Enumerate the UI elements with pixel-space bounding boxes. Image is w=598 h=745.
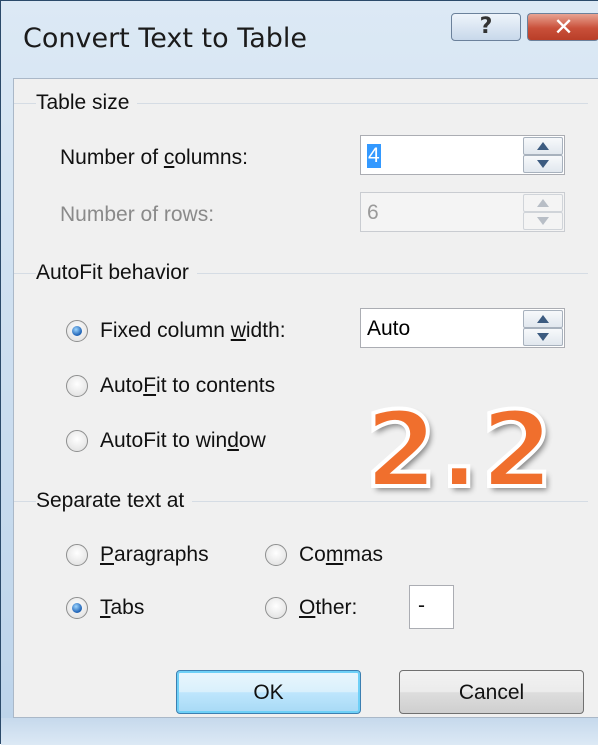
rows-value: 6 — [367, 201, 379, 224]
other-separator-input[interactable]: - — [409, 585, 454, 629]
close-button[interactable]: ✕ — [527, 13, 598, 41]
columns-spinner[interactable]: 4 — [360, 135, 565, 175]
autofit-contents-radio[interactable] — [66, 375, 88, 397]
table-size-group-label: Table size — [36, 91, 138, 115]
columns-label: Number of columns: — [60, 146, 248, 169]
rows-label: Number of rows: — [60, 203, 215, 226]
spin-up-icon[interactable] — [523, 137, 563, 155]
fixed-width-radio[interactable] — [66, 320, 88, 342]
commas-radio[interactable] — [265, 544, 287, 566]
help-icon: ? — [479, 14, 493, 39]
dialog-title: Convert Text to Table — [23, 23, 308, 54]
commas-label: Commas — [299, 543, 384, 566]
rows-spinner: 6 — [360, 192, 565, 232]
ok-button[interactable]: OK — [176, 670, 361, 714]
separate-group-label: Separate text at — [36, 489, 193, 513]
spin-down-icon — [523, 212, 563, 230]
columns-value[interactable]: 4 — [367, 144, 381, 168]
paragraphs-radio[interactable] — [66, 544, 88, 566]
section-number-overlay: 2.2 — [363, 389, 556, 511]
spin-up-icon[interactable] — [523, 310, 563, 328]
convert-text-to-table-dialog: Convert Text to Table ? ✕ Table size Num… — [0, 0, 598, 745]
other-separator-value: - — [418, 594, 425, 617]
fixed-width-label: Fixed column width: — [100, 319, 286, 342]
window-bottom-frame — [1, 718, 598, 745]
cancel-button[interactable]: Cancel — [399, 670, 584, 714]
spin-down-icon[interactable] — [523, 328, 563, 346]
title-bar[interactable]: Convert Text to Table ? ✕ — [1, 1, 598, 77]
help-button[interactable]: ? — [451, 13, 521, 41]
close-icon: ✕ — [553, 13, 574, 41]
cancel-button-label: Cancel — [458, 681, 525, 704]
spin-up-icon — [523, 194, 563, 212]
fixed-width-spinner[interactable]: Auto — [360, 308, 565, 348]
other-radio[interactable] — [265, 597, 287, 619]
ok-button-label: OK — [253, 681, 284, 704]
tabs-label: Tabs — [100, 596, 145, 619]
fixed-width-value[interactable]: Auto — [367, 317, 410, 341]
paragraphs-label: Paragraphs — [100, 543, 209, 566]
autofit-contents-label: AutoFit to contents — [100, 374, 276, 397]
other-label: Other: — [299, 596, 358, 619]
autofit-group-label: AutoFit behavior — [36, 261, 197, 285]
autofit-window-label: AutoFit to window — [100, 429, 266, 452]
spin-down-icon[interactable] — [523, 155, 563, 173]
autofit-window-radio[interactable] — [66, 430, 88, 452]
tabs-radio[interactable] — [66, 597, 88, 619]
